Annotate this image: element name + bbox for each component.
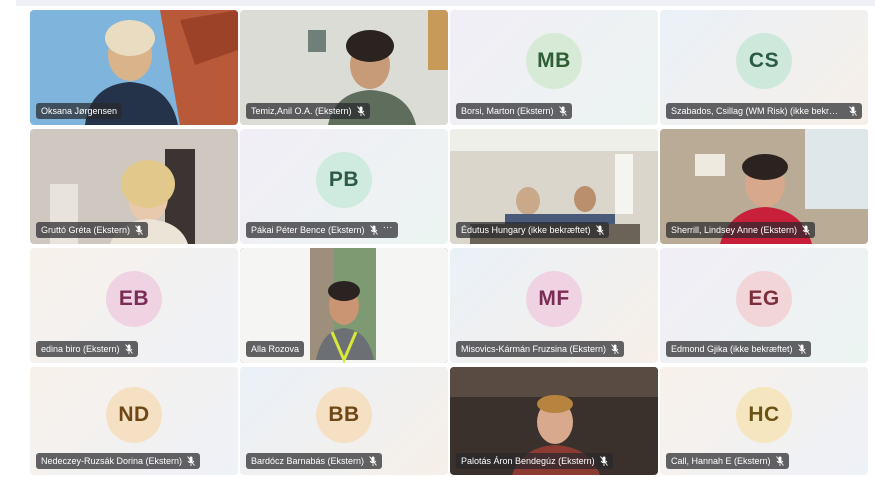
mic-muted-icon <box>802 225 810 235</box>
participant-nameplate: Alla Rozova <box>246 341 305 357</box>
participant-tile-avatar[interactable]: PB Pákai Péter Bence (Ekstern) ··· <box>240 129 448 244</box>
avatar-initials: HC <box>748 402 780 426</box>
participant-nameplate: Oksana Jørgensen <box>36 103 123 119</box>
participant-name: Call, Hannah E (Ekstern) <box>671 456 771 466</box>
mic-muted-icon <box>849 106 857 116</box>
participant-tile-avatar[interactable]: MF Misovics-Kármán Fruzsina (Ekstern) <box>450 248 658 363</box>
mic-muted-icon <box>599 456 608 466</box>
avatar-initials: MF <box>538 286 570 310</box>
mic-muted-icon <box>558 106 567 116</box>
participant-tile-avatar[interactable]: HC Call, Hannah E (Ekstern) <box>660 367 868 475</box>
mic-muted-icon <box>797 344 806 354</box>
participant-nameplate: Pákai Péter Bence (Ekstern) ··· <box>246 222 398 238</box>
avatar-initials: PB <box>328 167 360 191</box>
participant-name: Temiz,Anil O.A. (Ekstern) <box>251 106 352 116</box>
mic-muted-icon <box>369 225 378 235</box>
participant-name: Palotás Áron Bendegúz (Ekstern) <box>461 456 595 466</box>
participant-nameplate: Borsi, Marton (Ekstern) <box>456 103 572 119</box>
participant-nameplate: Nedeczey-Ruzsák Dorina (Ekstern) <box>36 453 201 469</box>
participant-name: Sherrill, Lindsey Anne (Ekstern) <box>671 225 798 235</box>
mic-muted-icon <box>356 106 365 116</box>
participant-nameplate: edina biro (Ekstern) <box>36 341 138 357</box>
participant-nameplate: Misovics-Kármán Fruzsina (Ekstern) <box>456 341 625 357</box>
participant-name: Edmond Gjika (ikke bekræftet) <box>671 344 793 354</box>
participant-tile-avatar[interactable]: CS Szabados, Csillag (WM Risk) (ikke bek… <box>660 10 868 125</box>
participant-name: Oksana Jørgensen <box>41 106 118 116</box>
mic-muted-icon <box>595 225 604 235</box>
participant-nameplate: Palotás Áron Bendegúz (Ekstern) <box>456 453 613 469</box>
participant-nameplate: Édutus Hungary (ikke bekræftet) <box>456 222 609 238</box>
avatar-initials: EG <box>748 286 780 310</box>
avatar-initials: ND <box>118 402 150 426</box>
mic-muted-icon <box>187 456 195 466</box>
avatar-initials: MB <box>537 48 571 72</box>
participant-tile-avatar[interactable]: ND Nedeczey-Ruzsák Dorina (Ekstern) <box>30 367 238 475</box>
mic-muted-icon <box>124 344 133 354</box>
participant-name: Bardócz Barnabás (Ekstern) <box>251 456 365 466</box>
participant-tile-video[interactable]: Gruttó Gréta (Ekstern) <box>30 129 238 244</box>
participant-tile-video[interactable]: Édutus Hungary (ikke bekræftet) <box>450 129 658 244</box>
mic-muted-icon <box>611 344 619 354</box>
avatar: BB <box>316 386 372 443</box>
participant-nameplate: Szabados, Csillag (WM Risk) (ikke bekræf… <box>666 103 862 119</box>
participant-tile-video-speaking[interactable]: Alla Rozova <box>240 248 448 363</box>
avatar: MB <box>526 32 582 89</box>
participant-tile-avatar[interactable]: EG Edmond Gjika (ikke bekræftet) <box>660 248 868 363</box>
avatar: ND <box>106 386 162 443</box>
avatar-initials: EB <box>118 286 150 310</box>
participant-name: Nedeczey-Ruzsák Dorina (Ekstern) <box>41 456 183 466</box>
participant-name: Édutus Hungary (ikke bekræftet) <box>461 225 591 235</box>
participant-tile-video[interactable]: Palotás Áron Bendegúz (Ekstern) <box>450 367 658 475</box>
avatar-initials: CS <box>748 48 780 72</box>
participant-tile-video[interactable]: Temiz,Anil O.A. (Ekstern) <box>240 10 448 125</box>
participant-nameplate: Sherrill, Lindsey Anne (Ekstern) <box>666 222 816 238</box>
participant-nameplate: Call, Hannah E (Ekstern) <box>666 453 789 469</box>
participant-nameplate: Gruttó Gréta (Ekstern) <box>36 222 149 238</box>
participant-name: Borsi, Marton (Ekstern) <box>461 106 554 116</box>
participant-tile-video[interactable]: Oksana Jørgensen <box>30 10 238 125</box>
avatar-initials: BB <box>328 402 360 426</box>
avatar: MF <box>526 270 582 327</box>
participant-tile-avatar[interactable]: BB Bardócz Barnabás (Ekstern) <box>240 367 448 475</box>
participant-nameplate: Edmond Gjika (ikke bekræftet) <box>666 341 811 357</box>
more-options-icon[interactable]: ··· <box>383 223 393 236</box>
avatar: PB <box>316 151 372 208</box>
participant-tile-avatar[interactable]: EB edina biro (Ekstern) <box>30 248 238 363</box>
participant-name: edina biro (Ekstern) <box>41 344 120 354</box>
participant-tile-avatar[interactable]: MB Borsi, Marton (Ekstern) <box>450 10 658 125</box>
avatar: EB <box>106 270 162 327</box>
participant-nameplate: Temiz,Anil O.A. (Ekstern) <box>246 103 370 119</box>
avatar: CS <box>736 32 792 89</box>
avatar: HC <box>736 386 792 443</box>
participant-name: Misovics-Kármán Fruzsina (Ekstern) <box>461 344 607 354</box>
mic-muted-icon <box>775 456 784 466</box>
participant-tile-video[interactable]: Sherrill, Lindsey Anne (Ekstern) <box>660 129 868 244</box>
mic-muted-icon <box>135 225 143 235</box>
participant-name: Gruttó Gréta (Ekstern) <box>41 225 131 235</box>
avatar: EG <box>736 270 792 327</box>
participant-name: Alla Rozova <box>251 344 300 354</box>
participant-name: Pákai Péter Bence (Ekstern) <box>251 225 365 235</box>
participant-grid: Oksana Jørgensen Temiz,Anil O.A. (Ekster… <box>0 0 875 477</box>
participant-name: Szabados, Csillag (WM Risk) (ikke bekræf… <box>671 106 844 116</box>
mic-muted-icon <box>369 456 377 466</box>
participant-nameplate: Bardócz Barnabás (Ekstern) <box>246 453 383 469</box>
